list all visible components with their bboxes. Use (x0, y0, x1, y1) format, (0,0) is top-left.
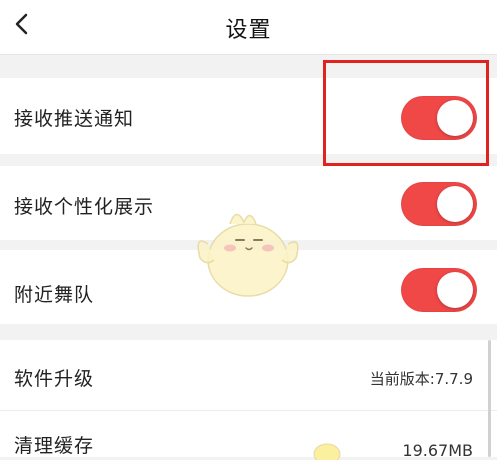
mascot-small-icon (313, 443, 341, 460)
current-version-text: 当前版本:7.7.9 (369, 370, 473, 388)
clear-cache-label: 清理缓存 (14, 435, 95, 457)
nearby-teams-label: 附近舞队 (14, 284, 95, 306)
scrollbar[interactable] (488, 340, 491, 457)
highlight-box (323, 60, 489, 166)
nearby-teams-toggle[interactable] (401, 268, 477, 312)
top-bar: 设置 (0, 0, 497, 55)
setting-row-software-update[interactable]: 软件升级 当前版本:7.7.9 (0, 340, 497, 411)
toggle-knob (437, 272, 473, 308)
personalized-display-label: 接收个性化展示 (14, 196, 155, 218)
cache-size-text: 19.67MB (402, 441, 473, 460)
software-update-label: 软件升级 (14, 368, 95, 390)
page-title: 设置 (225, 18, 272, 43)
setting-row-clear-cache[interactable]: 清理缓存 19.67MB (0, 411, 497, 460)
personalized-display-toggle[interactable] (401, 182, 477, 226)
mascot-sticker-icon (197, 213, 299, 297)
toggle-knob (437, 186, 473, 222)
push-notifications-label: 接收推送通知 (14, 108, 135, 130)
